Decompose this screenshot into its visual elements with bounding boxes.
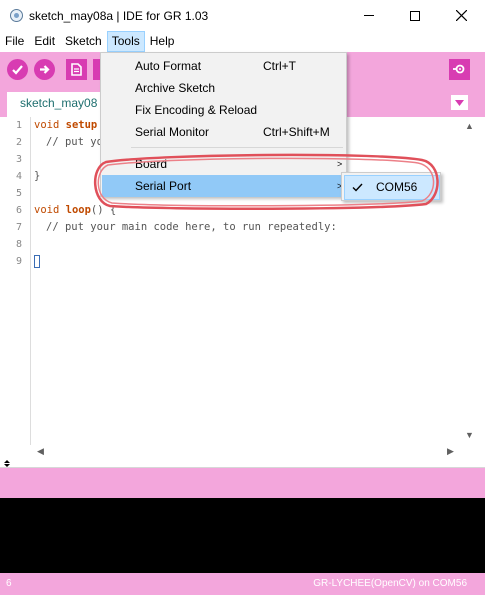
menu-item-label: Board bbox=[135, 157, 168, 171]
code-line-6: void loop() { bbox=[34, 204, 116, 216]
close-button[interactable] bbox=[438, 0, 484, 31]
scroll-up-icon[interactable]: ▲ bbox=[465, 121, 474, 131]
upload-button[interactable] bbox=[34, 59, 55, 80]
tab-menu-button[interactable] bbox=[451, 95, 468, 110]
submenu-item-label: COM56 bbox=[376, 180, 418, 194]
new-icon bbox=[71, 63, 82, 76]
text-cursor bbox=[34, 255, 40, 268]
open-button[interactable] bbox=[93, 59, 100, 80]
tab-menu-icon bbox=[455, 99, 464, 106]
menu-item-serial-monitor[interactable]: Serial Monitor Ctrl+Shift+M bbox=[102, 121, 346, 143]
line-number: 1 bbox=[15, 120, 22, 131]
horizontal-scrollbar[interactable]: ◀ ▶ bbox=[31, 445, 461, 460]
menu-item-fix-encoding[interactable]: Fix Encoding & Reload bbox=[102, 99, 346, 121]
status-bar: 6 GR-LYCHEE(OpenCV) on COM56 bbox=[0, 573, 485, 595]
tools-menu: Auto Format Ctrl+T Archive Sketch Fix En… bbox=[100, 52, 347, 197]
console-header bbox=[0, 467, 485, 498]
code-comment: // put your main code here, to run repea… bbox=[46, 221, 337, 233]
serial-port-submenu: COM56 bbox=[341, 172, 441, 201]
line-number: 9 bbox=[15, 256, 22, 267]
menu-item-serial-port[interactable]: Serial Port > bbox=[102, 175, 346, 197]
line-number: 8 bbox=[15, 239, 22, 250]
menu-separator bbox=[131, 147, 343, 148]
vertical-scrollbar[interactable]: ▲ ▼ bbox=[461, 117, 478, 445]
minimize-button[interactable] bbox=[346, 0, 392, 31]
code-line-4: } bbox=[34, 170, 41, 182]
verify-button[interactable] bbox=[7, 59, 28, 80]
title-bar: sketch_may08a | IDE for GR 1.03 bbox=[0, 0, 485, 31]
menu-file[interactable]: File bbox=[0, 31, 29, 52]
checkmark-icon bbox=[352, 183, 363, 192]
scroll-left-icon[interactable]: ◀ bbox=[37, 446, 44, 457]
menu-item-shortcut: Ctrl+Shift+M bbox=[263, 125, 330, 139]
menu-bar: File Edit Sketch Tools Help bbox=[0, 31, 485, 52]
status-board: GR-LYCHEE(OpenCV) on COM56 bbox=[313, 578, 467, 589]
menu-item-label: Serial Port bbox=[135, 179, 192, 193]
code-line-9 bbox=[34, 255, 40, 268]
menu-sketch[interactable]: Sketch bbox=[60, 31, 107, 52]
scroll-right-icon[interactable]: ▶ bbox=[447, 446, 454, 457]
line-number: 2 bbox=[15, 137, 22, 148]
code-line-1: void setup bbox=[34, 119, 97, 131]
line-number: 7 bbox=[15, 222, 22, 233]
window-title: sketch_may08a | IDE for GR 1.03 bbox=[29, 9, 209, 23]
menu-edit[interactable]: Edit bbox=[29, 31, 60, 52]
serial-monitor-button[interactable] bbox=[449, 59, 470, 80]
close-icon bbox=[455, 10, 467, 21]
split-arrows-icon bbox=[4, 460, 10, 467]
tab-sketch[interactable]: sketch_may08 bbox=[7, 92, 105, 117]
line-number-gutter: 1 2 3 4 5 6 7 8 9 bbox=[0, 117, 31, 445]
code-type: void bbox=[34, 204, 60, 216]
upload-icon bbox=[40, 65, 50, 74]
menu-help[interactable]: Help bbox=[145, 31, 180, 52]
line-number: 5 bbox=[15, 188, 22, 199]
menu-item-auto-format[interactable]: Auto Format Ctrl+T bbox=[102, 55, 346, 77]
menu-item-label: Auto Format bbox=[135, 59, 202, 73]
serial-monitor-icon bbox=[453, 64, 465, 74]
code-text: () { bbox=[90, 204, 117, 216]
line-number: 4 bbox=[15, 171, 22, 182]
menu-item-archive-sketch[interactable]: Archive Sketch bbox=[102, 77, 346, 99]
maximize-button[interactable] bbox=[392, 0, 438, 31]
menu-item-shortcut: Ctrl+T bbox=[263, 59, 296, 73]
code-function: setup bbox=[65, 119, 98, 131]
split-handle[interactable] bbox=[0, 460, 485, 467]
console-output[interactable] bbox=[0, 498, 485, 573]
maximize-icon bbox=[410, 10, 420, 21]
submenu-item-com56[interactable]: COM56 bbox=[344, 175, 440, 200]
code-function: loop bbox=[65, 204, 91, 216]
menu-tools[interactable]: Tools bbox=[106, 31, 145, 52]
new-button[interactable] bbox=[66, 59, 87, 80]
menu-item-board[interactable]: Board > bbox=[102, 153, 346, 175]
line-number: 6 bbox=[15, 205, 22, 216]
app-icon bbox=[10, 9, 23, 22]
menu-item-label: Archive Sketch bbox=[135, 81, 216, 95]
code-line-7: // put your main code here, to run repea… bbox=[46, 221, 337, 233]
scroll-down-icon[interactable]: ▼ bbox=[465, 430, 474, 440]
code-comment: // put yo bbox=[46, 136, 103, 148]
verify-icon bbox=[12, 65, 23, 75]
menu-item-label: Fix Encoding & Reload bbox=[135, 103, 258, 117]
line-number: 3 bbox=[15, 154, 22, 165]
status-line-number: 6 bbox=[6, 578, 12, 589]
checkmark-box bbox=[346, 177, 368, 198]
minimize-icon bbox=[364, 15, 374, 16]
code-line-2: // put yo bbox=[46, 136, 103, 148]
code-type: void bbox=[34, 119, 60, 131]
menu-item-label: Serial Monitor bbox=[135, 125, 210, 139]
